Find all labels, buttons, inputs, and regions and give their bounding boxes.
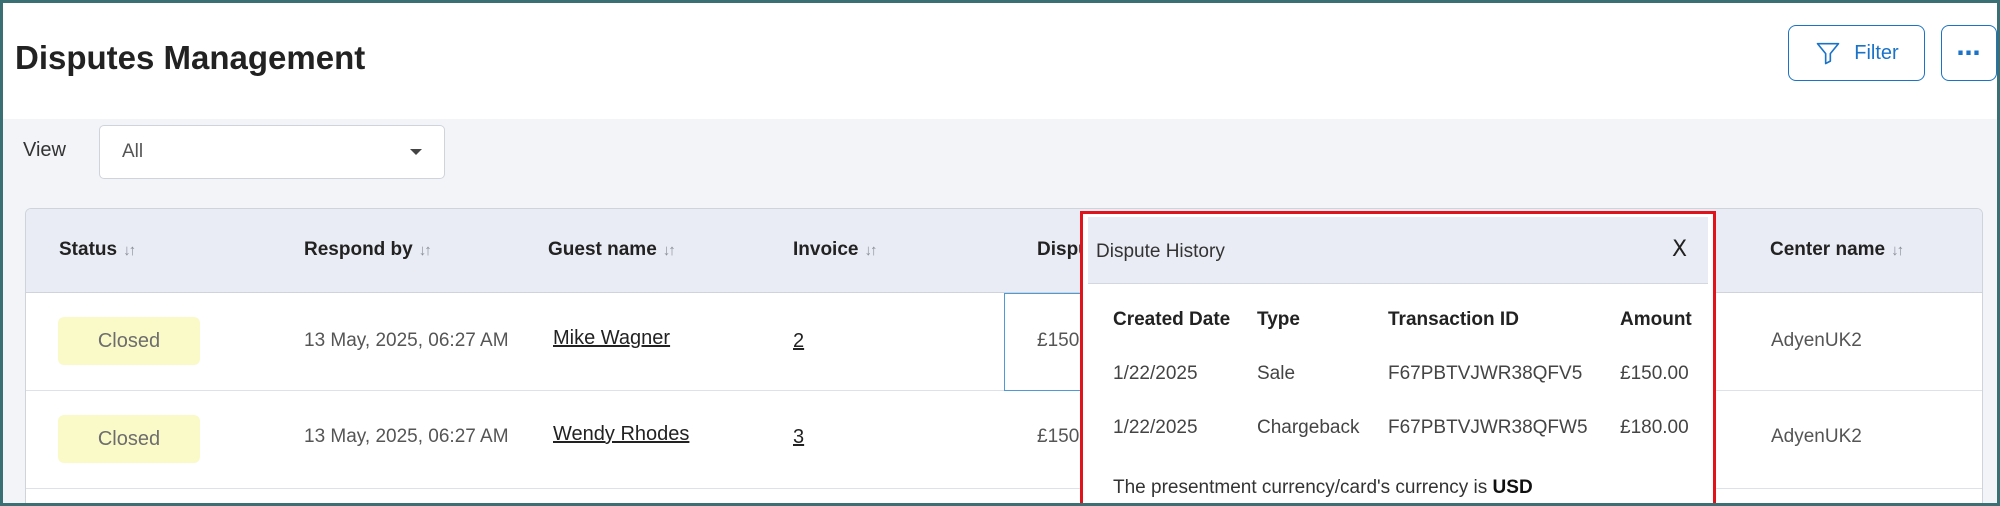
column-header-guest-name[interactable]: Guest name ↓↑ [548,239,676,261]
chevron-down-icon [410,149,422,155]
history-created-date: 1/22/2025 [1113,363,1198,384]
history-created-date: 1/22/2025 [1113,417,1198,438]
popup-column-transaction-id: Transaction ID [1388,309,1519,330]
respond-by-cell: 13 May, 2025, 06:27 AM [304,426,509,447]
column-header-invoice[interactable]: Invoice ↓↑ [793,239,877,261]
view-label: View [23,139,66,161]
sort-icon[interactable]: ↓↑ [123,242,136,259]
guest-name-link[interactable]: Mike Wagner [553,327,670,350]
center-name-cell: AdyenUK2 [1771,426,1862,447]
filter-button-label: Filter [1854,41,1899,64]
history-transaction-id: F67PBTVJWR38QFW5 [1388,417,1588,438]
filter-button[interactable]: Filter [1788,25,1925,81]
column-header-respond-by[interactable]: Respond by ↓↑ [304,239,432,261]
invoice-link[interactable]: 3 [793,426,804,449]
column-header-status[interactable]: Status ↓↑ [59,239,136,261]
popup-column-amount: Amount [1620,309,1692,330]
sort-icon[interactable]: ↓↑ [1891,242,1904,259]
currency-code: USD [1492,477,1533,498]
popup-title: Dispute History [1096,241,1225,262]
status-badge: Closed [58,317,200,365]
currency-note: The presentment currency/card's currency… [1113,477,1533,498]
history-type: Sale [1257,363,1296,384]
view-select[interactable]: All [99,125,445,179]
popup-header: Dispute History X [1088,217,1708,284]
invoice-link[interactable]: 2 [793,330,804,353]
popup-column-type: Type [1257,309,1300,330]
close-icon[interactable]: X [1672,237,1687,262]
sort-icon[interactable]: ↓↑ [864,242,877,259]
sort-icon[interactable]: ↓↑ [419,242,432,259]
history-type: Chargeback [1257,417,1360,438]
app-frame: Disputes Management Filter ⋯ View All St… [0,0,2000,506]
page-title: Disputes Management [15,39,366,76]
respond-by-cell: 13 May, 2025, 06:27 AM [304,330,509,351]
sort-icon[interactable]: ↓↑ [663,242,676,259]
guest-name-link[interactable]: Wendy Rhodes [553,423,689,446]
dispute-history-popup: Dispute History X Created Date Type Tran… [1080,211,1716,503]
dispute-amount-cell[interactable]: £150 [1037,426,1079,448]
column-header-center-name[interactable]: Center name ↓↑ [1770,239,1904,261]
history-transaction-id: F67PBTVJWR38QFV5 [1388,363,1583,384]
page-header: Disputes Management Filter ⋯ [3,3,1997,119]
more-icon: ⋯ [1956,39,1982,67]
history-amount: £180.00 [1620,417,1689,438]
popup-column-created-date: Created Date [1113,309,1231,330]
center-name-cell: AdyenUK2 [1771,330,1862,351]
history-amount: £150.00 [1620,363,1689,384]
status-badge: Closed [58,415,200,463]
more-options-button[interactable]: ⋯ [1941,25,1997,81]
view-select-value: All [122,141,144,162]
filter-icon [1816,42,1840,65]
